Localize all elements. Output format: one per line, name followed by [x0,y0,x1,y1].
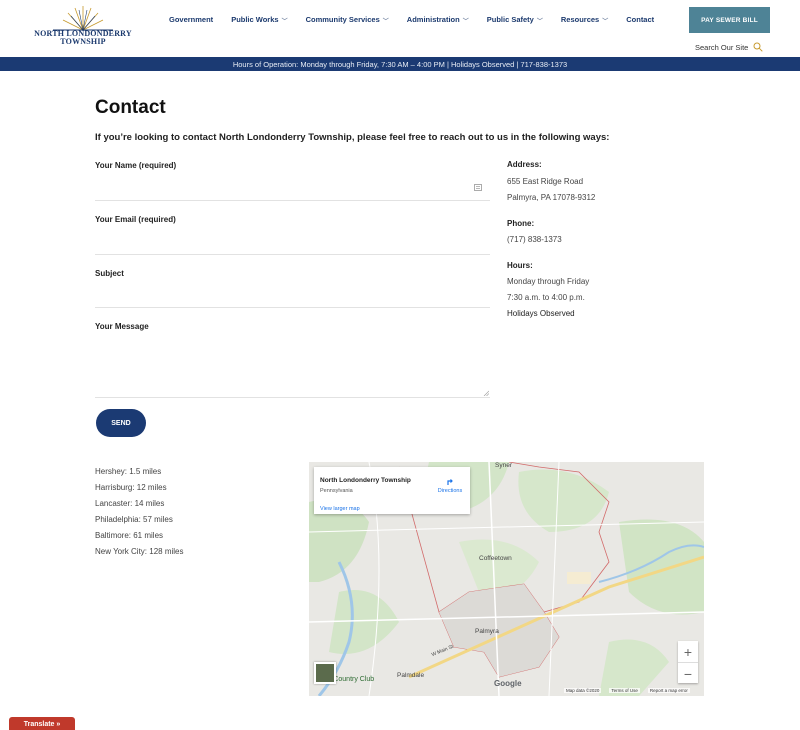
map-label-palmdale: Palmdale [397,672,425,679]
resize-grip-icon[interactable] [483,390,489,396]
search-icon[interactable] [753,42,764,52]
map-label-coffeetown: Coffeetown [479,555,512,562]
name-field-underline [95,200,490,201]
nav-label: Administration [406,15,460,24]
nav-item-government[interactable]: Government [169,15,213,24]
list-item: Lancaster: 14 miles [95,499,165,508]
nav-label: Contact [626,15,655,24]
map-card-title: North Londonderry Township [320,477,411,484]
map-card-subtitle: Pennsylvania [320,488,353,494]
nav-label: Government [169,15,214,24]
nav-label: Public Works [231,15,279,24]
subject-field-underline [95,307,490,308]
address-line-1: 655 East Ridge Road [507,177,584,186]
translate-button[interactable]: Translate » [9,717,75,730]
email-field-underline [95,254,490,255]
site-header: NORTH LONDONDERRY TOWNSHIP Government Pu… [0,0,800,57]
name-field[interactable] [95,182,475,198]
message-textarea[interactable] [95,340,475,392]
view-larger-map-link[interactable]: View larger map [320,506,360,512]
nav-label: Resources [560,15,600,24]
pay-sewer-bill-button[interactable]: PAY SEWER BILL [689,7,770,33]
chevron-down-icon: ﹀ [281,19,288,25]
phone-label: Phone: [507,219,535,228]
chevron-down-icon: ﹀ [462,19,469,25]
zoom-in-button[interactable]: + [678,641,698,662]
map-label-palmyra: Palmyra [475,628,499,635]
map-label-syner: Syner [495,462,512,469]
satellite-toggle[interactable] [314,662,336,684]
map-zoom-controls: + − [678,641,698,683]
message-label: Your Message [95,322,149,331]
nav-label: Community Services [305,15,380,24]
chevron-down-icon: ﹀ [536,19,543,25]
directions-label: Directions [437,488,463,494]
subject-label: Subject [95,269,124,278]
chevron-down-icon: ﹀ [602,19,609,25]
nav-label: Public Safety [486,15,534,24]
directions-button[interactable]: Directions [434,476,466,494]
search-label: Search Our Site [695,42,749,52]
zoom-out-button[interactable]: − [678,663,698,684]
map-info-card: North Londonderry Township Pennsylvania … [314,467,470,514]
intro-text: If you’re looking to contact North Londo… [95,132,610,143]
hours-bar: Hours of Operation: Monday through Frida… [0,57,800,71]
phone-number[interactable]: (717) 838-1373 [507,235,562,244]
main-navigation: Government Public Works ﹀ Community Servi… [169,15,672,25]
list-item: Philadelphia: 57 miles [95,515,173,524]
distance-list: Hershey: 1.5 miles Harrisburg: 12 miles … [95,464,183,560]
list-item: New York City: 128 miles [95,547,184,556]
map-footer: Map data ©2020 Terms of Use Report a map… [564,688,690,693]
nav-item-contact[interactable]: Contact [626,15,654,24]
list-item: Baltimore: 61 miles [95,531,164,540]
list-item: Hershey: 1.5 miles [95,467,162,476]
name-label: Your Name (required) [95,161,177,170]
logo-line-2: TOWNSHIP [60,37,106,46]
nav-item-community-services[interactable]: Community Services ﹀ [305,15,389,25]
page-title: Contact [95,97,166,118]
directions-icon [447,479,453,485]
map-data-credit: Map data ©2020 [564,688,602,693]
chevron-down-icon: ﹀ [382,19,389,25]
email-label: Your Email (required) [95,215,176,224]
hours-line-1: Monday through Friday [507,277,590,286]
hours-label: Hours: [507,261,533,270]
contact-card-icon[interactable] [474,184,482,191]
message-field-underline [95,397,490,398]
nav-item-administration[interactable]: Administration ﹀ [406,15,469,25]
map-report-link[interactable]: Report a map error [647,688,690,693]
list-item: Harrisburg: 12 miles [95,483,167,492]
site-search[interactable]: Search Our Site [695,42,764,52]
address-label: Address: [507,160,542,169]
nav-item-public-works[interactable]: Public Works ﹀ [231,15,288,25]
nav-item-resources[interactable]: Resources ﹀ [560,15,609,25]
township-logo[interactable]: NORTH LONDONDERRY TOWNSHIP [33,4,133,46]
address-line-2: Palmyra, PA 17078-9312 [507,193,596,202]
hours-line-3: Holidays Observed [507,309,575,318]
google-logo: Google [494,679,522,688]
map-terms-link[interactable]: Terms of Use [609,688,640,693]
embedded-map[interactable]: Syner Coffeetown Palmyra Palmdale W Main… [309,462,704,696]
hours-line-2: 7:30 a.m. to 4:00 p.m. [507,293,585,302]
email-field[interactable] [95,236,475,252]
send-button[interactable]: SEND [96,409,146,437]
subject-field[interactable] [95,289,475,305]
nav-item-public-safety[interactable]: Public Safety ﹀ [486,15,543,25]
